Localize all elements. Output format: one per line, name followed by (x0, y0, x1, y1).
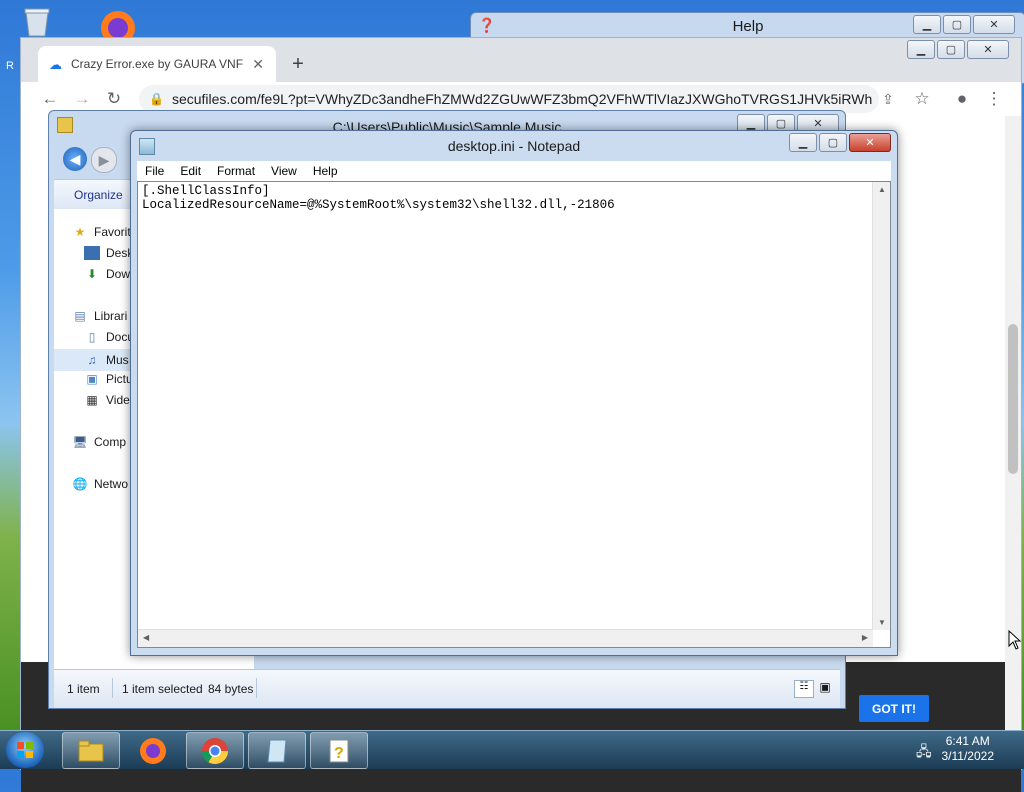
mouse-cursor (1008, 629, 1022, 653)
nav-pictures[interactable]: ▣ Pictu (84, 372, 132, 386)
browser-maximize-button[interactable]: ▢ (937, 40, 965, 59)
music-note-icon: ♫ (87, 353, 97, 367)
notepad-content[interactable]: [.ShellClassInfo] LocalizedResourceName=@… (142, 184, 615, 212)
reload-icon[interactable]: ↻ (103, 88, 125, 110)
back-arrow-icon[interactable]: ← (39, 88, 61, 110)
star-icon[interactable]: ☆ (911, 88, 933, 110)
notepad-window: desktop.ini - Notepad ▁ ▢ ✕ File Edit Fo… (130, 130, 898, 656)
cloud-icon: ☁ (49, 57, 62, 72)
desktop-icon-label: R (6, 60, 14, 72)
scroll-up-icon[interactable]: ▲ (878, 185, 886, 194)
organize-menu[interactable]: Organize (74, 188, 123, 202)
menu-edit[interactable]: Edit (172, 164, 209, 178)
downloads-icon: ⬇ (86, 267, 98, 281)
close-button[interactable]: ✕ (973, 15, 1015, 34)
explorer-icon[interactable] (62, 732, 120, 769)
clock-time: 6:41 AM (945, 734, 990, 748)
status-divider (112, 678, 113, 698)
document-icon: ▯ (88, 330, 96, 344)
notepad-close-button[interactable]: ✕ (849, 133, 891, 152)
windows-start-icon[interactable] (6, 732, 44, 768)
selection-count: 1 item selected (122, 682, 203, 696)
nav-downloads[interactable]: ⬇ Dow (84, 267, 130, 281)
nav-favorites[interactable]: ★ Favorit (72, 225, 131, 239)
status-divider-2 (256, 678, 257, 698)
text-line-1: [.ShellClassInfo] (142, 184, 270, 198)
taskbar: ? 🖧 6:41 AM 3/11/2022 (0, 730, 1024, 769)
tab-close-icon[interactable]: ✕ (252, 56, 264, 73)
address-url[interactable]: secufiles.com/fe9L?pt=VWhyZDc3andheFhZMW… (172, 91, 872, 107)
vertical-scrollbar[interactable]: ▲ ▼ (872, 182, 890, 630)
details-view-icon[interactable]: ☷ (794, 680, 814, 698)
item-count: 1 item (67, 682, 100, 696)
scroll-left-icon[interactable]: ◀ (143, 633, 149, 642)
clock[interactable]: 6:41 AM 3/11/2022 (942, 734, 995, 764)
chrome-icon[interactable] (186, 732, 244, 769)
tab-title: Crazy Error.exe by GAURA VNFC (71, 57, 243, 71)
network-tray-icon[interactable]: 🖧 (916, 741, 932, 765)
library-icon: ▤ (74, 309, 86, 323)
star-icon: ★ (74, 225, 86, 239)
recycle-bin-icon[interactable] (20, 6, 54, 38)
preview-view-icon[interactable]: ▣ (816, 680, 834, 696)
selection-size: 84 bytes (208, 682, 254, 696)
scroll-down-icon[interactable]: ▼ (878, 618, 886, 627)
status-bar: 1 item 1 item selected 84 bytes ☷ ▣ (54, 669, 840, 708)
notepad-maximize-button[interactable]: ▢ (819, 133, 847, 152)
computer-icon: 🖥 (72, 435, 88, 449)
maximize-button[interactable]: ▢ (943, 15, 971, 34)
share-icon[interactable]: ⇪ (877, 88, 899, 110)
tab-strip: ☁ Crazy Error.exe by GAURA VNFC ✕ + ▁ ▢ … (21, 38, 1021, 82)
nav-network[interactable]: 🌐 Netwo (72, 477, 129, 491)
svg-text:?: ? (334, 745, 344, 762)
nav-videos[interactable]: ▦ Vide (84, 393, 129, 407)
forward-button[interactable]: ▶ (91, 147, 117, 173)
pictures-icon: ▣ (86, 372, 98, 386)
notepad-minimize-button[interactable]: ▁ (789, 133, 817, 152)
page-scrollbar[interactable] (1005, 116, 1021, 769)
back-button[interactable]: ◀ (63, 147, 87, 171)
notepad-menubar: File Edit Format View Help (137, 161, 891, 182)
clock-date: 3/11/2022 (941, 749, 995, 763)
network-icon: 🌐 (72, 477, 88, 491)
text-line-2: LocalizedResourceName=@%SystemRoot%\syst… (142, 198, 615, 212)
browser-tab[interactable]: ☁ Crazy Error.exe by GAURA VNFC ✕ (38, 46, 276, 82)
forward-arrow-icon[interactable]: → (71, 88, 93, 110)
horizontal-scrollbar[interactable]: ◀ ▶ (138, 629, 873, 647)
notepad-text-area[interactable]: [.ShellClassInfo] LocalizedResourceName=@… (137, 181, 891, 648)
browser-minimize-button[interactable]: ▁ (907, 40, 935, 59)
profile-icon[interactable]: ● (951, 88, 973, 110)
got-it-button[interactable]: GOT IT! (859, 695, 929, 722)
notepad-taskbar-icon[interactable] (248, 732, 306, 769)
menu-help[interactable]: Help (305, 164, 346, 178)
desktop-icon (84, 246, 100, 260)
browser-close-button[interactable]: ✕ (967, 40, 1009, 59)
nav-libraries[interactable]: ▤ Librari (72, 309, 127, 323)
nav-computer[interactable]: 🖥 Comp (72, 435, 126, 449)
menu-kebab-icon[interactable]: ⋮ (983, 88, 1005, 110)
new-tab-button[interactable]: + (285, 51, 311, 77)
nav-desktop[interactable]: Desk (84, 246, 133, 260)
menu-view[interactable]: View (263, 164, 305, 178)
minimize-button[interactable]: ▁ (913, 15, 941, 34)
lock-icon: 🔒 (149, 92, 164, 106)
nav-documents[interactable]: ▯ Docu (84, 330, 134, 344)
menu-file[interactable]: File (137, 164, 172, 178)
scroll-right-icon[interactable]: ▶ (862, 633, 868, 642)
notepad-title: desktop.ini - Notepad (447, 138, 581, 154)
firefox-icon[interactable] (124, 732, 182, 769)
help-taskbar-icon[interactable]: ? (310, 732, 368, 769)
address-bar[interactable]: 🔒 secufiles.com/fe9L?pt=VWhyZDc3andheFhZ… (139, 85, 879, 113)
video-icon: ▦ (86, 393, 98, 407)
menu-format[interactable]: Format (209, 164, 263, 178)
